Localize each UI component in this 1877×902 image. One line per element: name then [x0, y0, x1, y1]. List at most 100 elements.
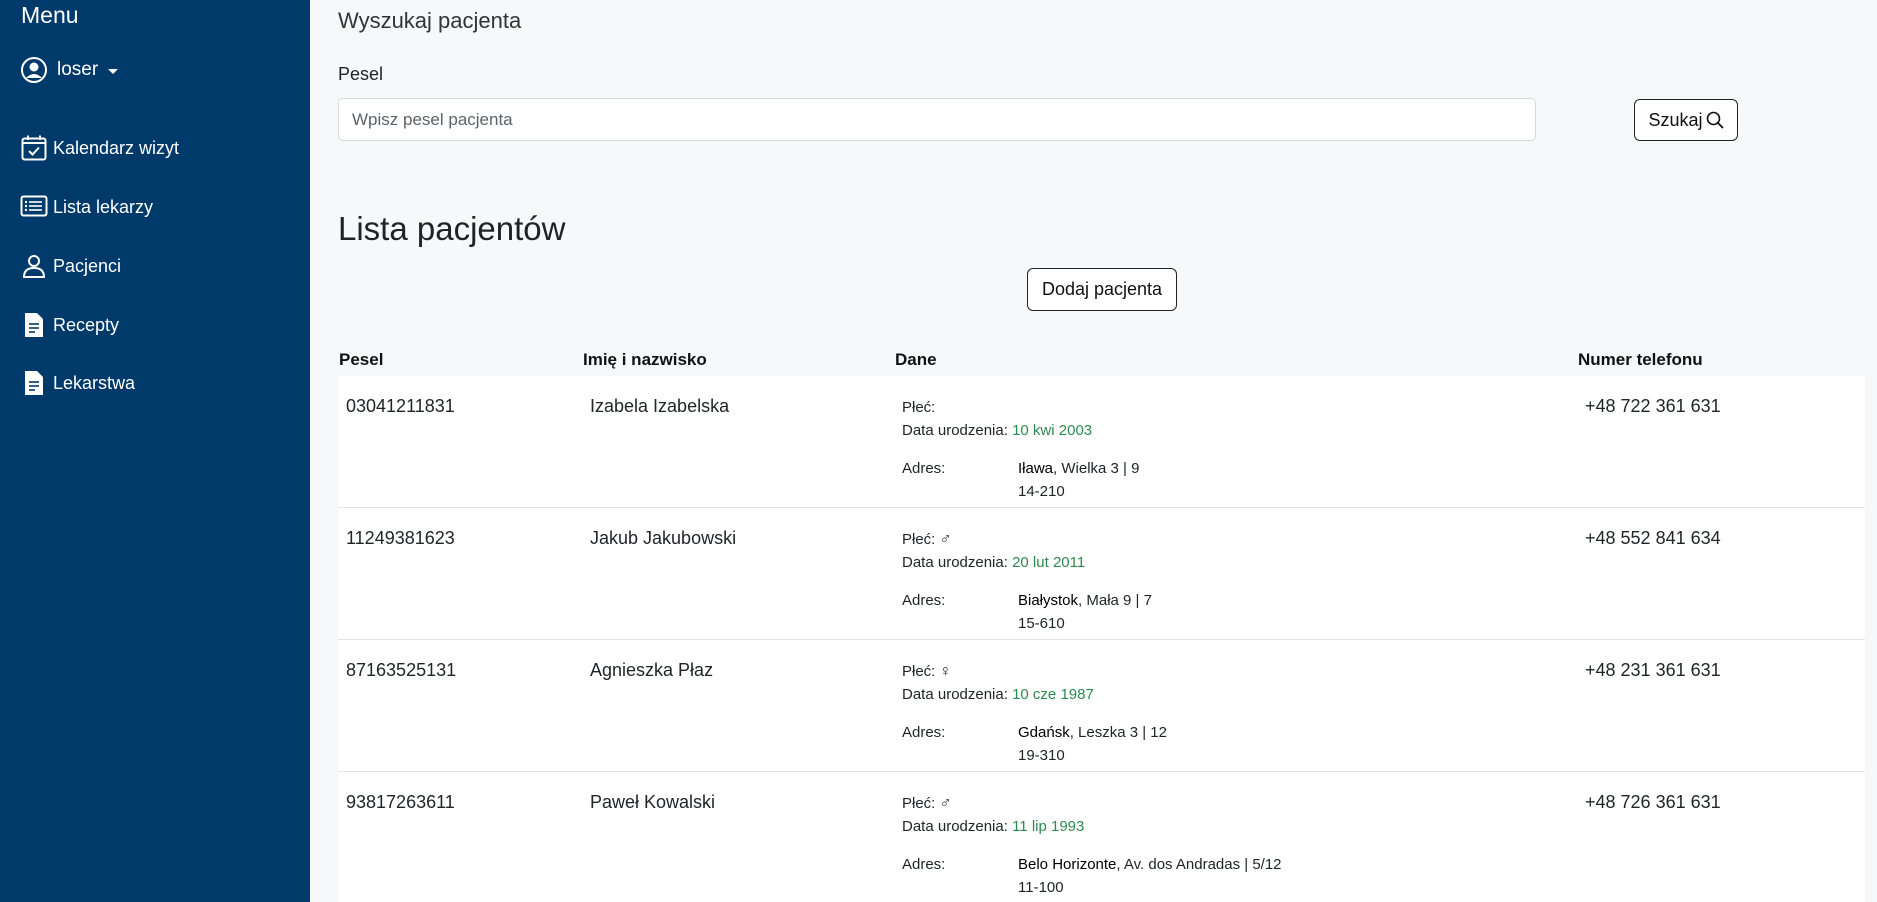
address-city: Belo Horizonte — [1018, 856, 1117, 873]
sidebar-item-label: Recepty — [53, 314, 120, 335]
sidebar-item-label: Lekarstwa — [53, 372, 136, 393]
address-postal: 19-310 — [1018, 747, 1065, 764]
user-dropdown[interactable]: loser — [20, 56, 119, 84]
pesel-cell: 93817263611 — [346, 792, 455, 812]
birth-date: 10 cze 1987 — [1012, 686, 1094, 703]
patients-table: Pesel Imię i nazwisko Dane Numer telefon… — [338, 350, 1865, 902]
address-street: , Leszka 3 | 12 — [1069, 724, 1167, 741]
birth-line: Data urodzenia: 11 lip 1993 — [902, 815, 1084, 838]
data-cell: Płeć: ♂ Data urodzenia: 20 lut 2011 Adres:… — [902, 528, 1152, 632]
main-content: Wyszukaj pacjenta Pesel Szukaj Lista pac… — [310, 0, 1877, 902]
gender-label: Płeć: — [902, 531, 936, 548]
pesel-cell: 87163525131 — [346, 660, 457, 680]
address-value: Iława, Wielka 3 | 9 14-210 — [1018, 457, 1139, 503]
table-row[interactable]: 87163525131 Agnieszka Płaz Płeć: ♀ Data uro… — [338, 640, 1865, 772]
pesel-cell: 11249381623 — [346, 528, 455, 548]
list-icon — [20, 195, 48, 217]
gender-label: Płeć: — [902, 795, 936, 812]
name-cell: Agnieszka Płaz — [590, 660, 714, 680]
female-icon: ♀ — [939, 663, 952, 680]
column-header-name: Imię i nazwisko — [583, 350, 707, 369]
birth-label: Data urodzenia: — [902, 686, 1008, 703]
gender-label: Płeć: — [902, 399, 936, 416]
data-cell: Płeć: Data urodzenia: 10 kwi 2003 Adres: I… — [902, 396, 1139, 500]
sidebar-item-label: Lista lekarzy — [53, 196, 154, 217]
name-cell: Izabela Izabelska — [590, 396, 730, 416]
name-cell: Jakub Jakubowski — [590, 528, 737, 548]
address-value: Białystok, Mała 9 | 7 15-610 — [1018, 589, 1152, 635]
address-label: Adres: — [902, 724, 946, 741]
table-row[interactable]: 03041211831 Izabela Izabelska Płeć: Data u… — [338, 376, 1865, 508]
address-postal: 14-210 — [1018, 483, 1065, 500]
birth-line: Data urodzenia: 20 lut 2011 — [902, 551, 1085, 574]
phone-cell: +48 726 361 631 — [1585, 792, 1721, 812]
gender-line: Płeć: ♂ — [902, 528, 1085, 551]
column-header-phone: Numer telefonu — [1578, 350, 1703, 369]
add-patient-button[interactable]: Dodaj pacjenta — [1027, 268, 1177, 311]
data-cell: Płeć: ♀ Data urodzenia: 10 cze 1987 Adres:… — [902, 660, 1167, 764]
sidebar-item-patients[interactable]: Pacjenci — [20, 252, 121, 280]
sidebar-item-label: Pacjenci — [53, 255, 122, 276]
gender-line: Płeć: — [902, 396, 1092, 419]
birth-label: Data urodzenia: — [902, 554, 1008, 571]
address-street: , Wielka 3 | 9 — [1053, 460, 1140, 477]
table-body: 03041211831 Izabela Izabelska Płeć: Data u… — [338, 376, 1865, 902]
address-label: Adres: — [902, 460, 946, 477]
address-city: Gdańsk — [1018, 724, 1070, 741]
gender-line: Płeć: ♀ — [902, 660, 1094, 683]
male-icon: ♂ — [939, 531, 952, 548]
phone-cell: +48 231 361 631 — [1585, 660, 1721, 680]
address-label: Adres: — [902, 856, 946, 873]
gender-label: Płeć: — [902, 663, 936, 680]
address-city: Białystok — [1018, 592, 1079, 609]
birth-date: 20 lut 2011 — [1012, 554, 1086, 571]
user-circle-icon — [21, 57, 47, 83]
phone-cell: +48 552 841 634 — [1585, 528, 1721, 548]
sidebar-item-prescriptions[interactable]: Recepty — [20, 311, 119, 339]
sidebar-item-medicines[interactable]: Lekarstwa — [20, 369, 135, 397]
birth-date: 11 lip 1993 — [1012, 818, 1085, 835]
pesel-search-input[interactable] — [338, 98, 1536, 141]
birth-label: Data urodzenia: — [902, 422, 1008, 439]
document-icon — [25, 371, 43, 395]
calendar-check-icon — [21, 135, 47, 161]
phone-cell: +48 722 361 631 — [1585, 396, 1721, 416]
table-row[interactable]: 11249381623 Jakub Jakubowski Płeć: ♂ Data u… — [338, 508, 1865, 640]
gender-line: Płeć: ♂ — [902, 792, 1084, 815]
table-row[interactable]: 93817263611 Paweł Kowalski Płeć: ♂ Data uro… — [338, 772, 1865, 902]
pesel-label: Pesel — [338, 64, 384, 84]
search-button-label: Szukaj — [1648, 109, 1703, 130]
user-name: loser — [57, 59, 99, 80]
search-button[interactable]: Szukaj — [1634, 99, 1738, 141]
birth-label: Data urodzenia: — [902, 818, 1008, 835]
address-value: Gdańsk, Leszka 3 | 12 19-310 — [1018, 721, 1167, 767]
birth-line: Data urodzenia: 10 kwi 2003 — [902, 419, 1092, 442]
column-header-data: Dane — [895, 350, 937, 369]
address-value: Belo Horizonte, Av. dos Andradas | 5/12 1… — [1018, 853, 1282, 899]
sidebar-item-label: Kalendarz wizyt — [53, 137, 180, 158]
sidebar: Menu loser Kalendarz wizyt Lista lekarzy… — [0, 0, 310, 902]
table-header: Pesel Imię i nazwisko Dane Numer telefon… — [338, 350, 1865, 376]
address-street: , Mała 9 | 7 — [1078, 592, 1152, 609]
address-city: Iława — [1018, 460, 1054, 477]
birth-date: 10 kwi 2003 — [1012, 422, 1093, 439]
search-icon — [1706, 111, 1724, 129]
name-cell: Paweł Kowalski — [590, 792, 716, 812]
person-icon — [22, 255, 46, 278]
sidebar-item-doctors[interactable]: Lista lekarzy — [20, 193, 153, 221]
address-postal: 11-100 — [1018, 879, 1064, 896]
data-cell: Płeć: ♂ Data urodzenia: 11 lip 1993 Adres:… — [902, 792, 1282, 896]
sidebar-item-calendar[interactable]: Kalendarz wizyt — [20, 134, 179, 162]
male-icon: ♂ — [939, 795, 952, 812]
address-label: Adres: — [902, 592, 946, 609]
birth-line: Data urodzenia: 10 cze 1987 — [902, 683, 1094, 706]
column-header-pesel: Pesel — [339, 350, 384, 369]
pesel-cell: 03041211831 — [346, 396, 455, 416]
document-icon — [25, 313, 43, 337]
search-heading: Wyszukaj pacjenta — [338, 8, 522, 33]
menu-title: Menu — [21, 2, 79, 28]
chevron-down-icon — [108, 68, 119, 74]
address-postal: 15-610 — [1018, 615, 1065, 632]
patient-list-heading: Lista pacjentów — [338, 210, 566, 247]
address-street: , Av. dos Andradas | 5/12 — [1116, 856, 1282, 873]
